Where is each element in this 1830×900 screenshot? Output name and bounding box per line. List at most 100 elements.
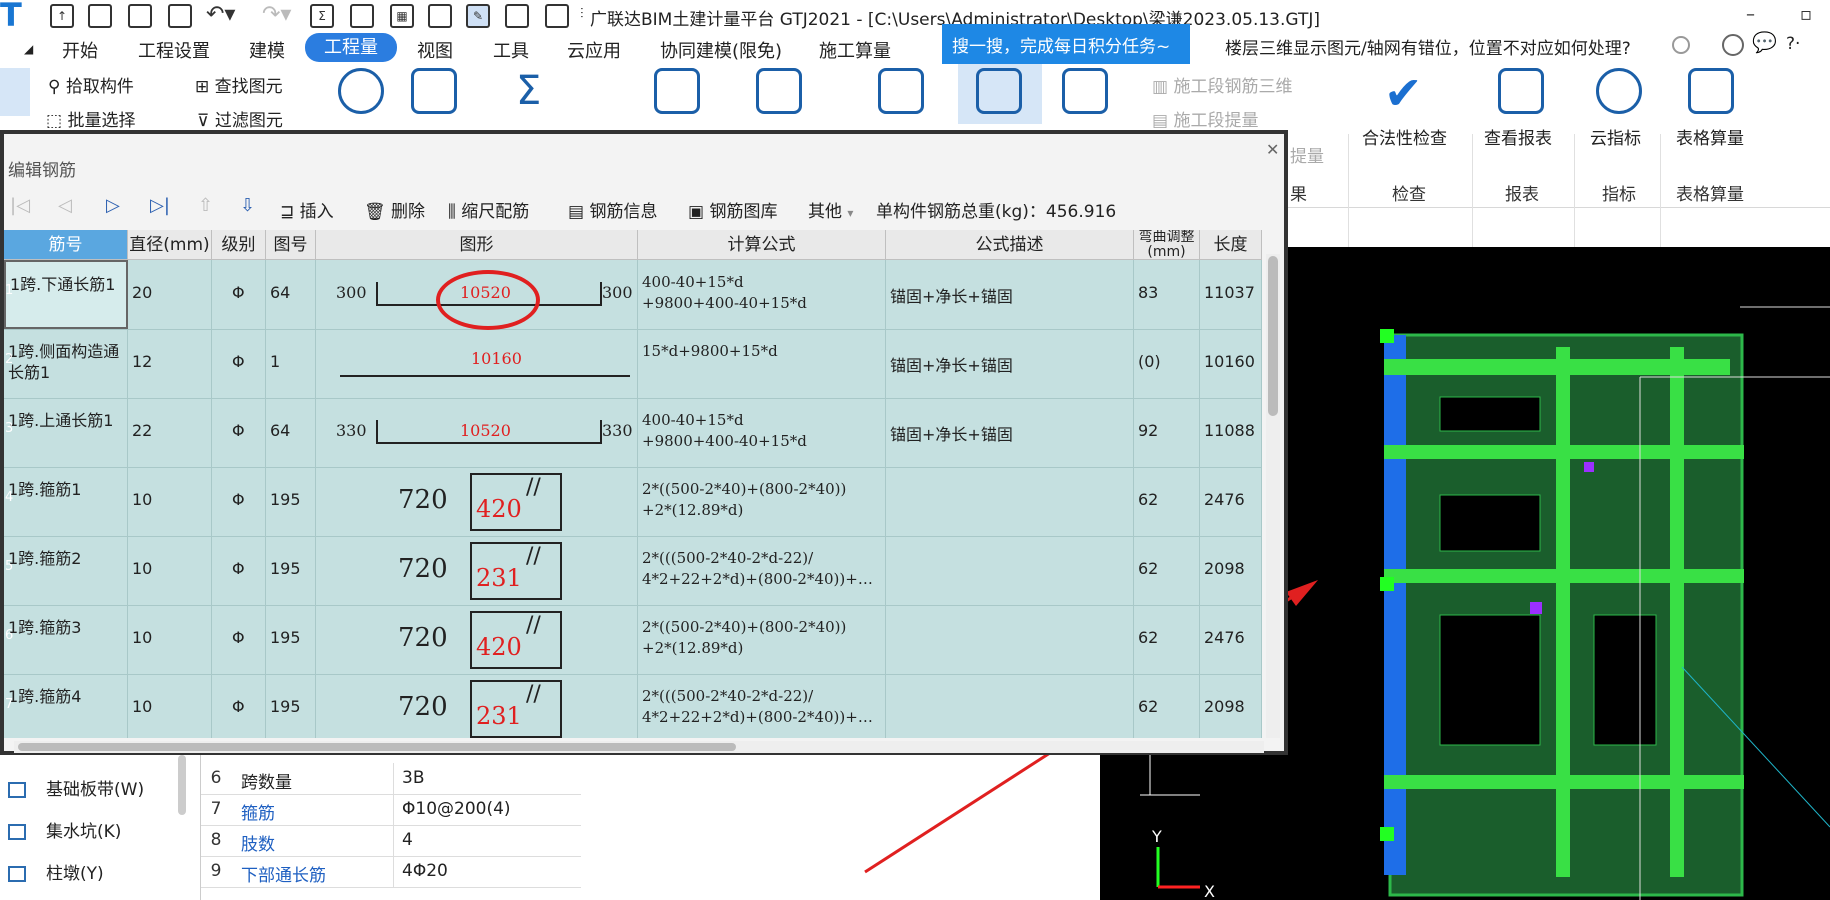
cell-formula[interactable]: 2*(((500-2*40-2*d-22)/ 4*2+22+2*d)+(800-2… [638,536,886,605]
cell-length[interactable]: 2476 [1200,467,1262,536]
col-header-shape[interactable]: 图形 [316,230,638,260]
cell-bend-adjust[interactable]: 62 [1134,467,1200,536]
cell-length[interactable]: 2098 [1200,674,1262,738]
cell-bend-adjust[interactable]: 62 [1134,605,1200,674]
cell-grade[interactable]: Φ [212,605,266,674]
cell-figure[interactable]: 64 [266,260,316,329]
property-name[interactable]: 肢数 [241,830,275,855]
grid-horizontal-scroll-thumb[interactable] [18,743,736,751]
cell-shape[interactable]: 720 231// [316,536,638,605]
cell-name[interactable]: 1跨.箍筋3 [4,605,128,674]
first-icon[interactable]: |◁ [10,195,30,216]
rebar-library-button[interactable]: ▣ 钢筋图库 [688,197,777,222]
cell-diameter[interactable]: 20 [128,260,212,329]
cell-description[interactable]: 锚固+净长+锚固 [886,329,1134,398]
cell-grade[interactable]: Φ [212,260,266,329]
cell-formula[interactable]: 400-40+15*d +9800+400-40+15*d [638,260,886,329]
last-icon[interactable]: ▷| [150,195,170,216]
cell-diameter[interactable]: 12 [128,329,212,398]
cell-figure[interactable]: 64 [266,398,316,467]
cell-grade[interactable]: Φ [212,467,266,536]
other-dropdown[interactable]: 其他 ▾ [808,197,853,222]
cell-length[interactable]: 10160 [1200,329,1262,398]
cell-length[interactable]: 11037 [1200,260,1262,329]
cell-bend-adjust[interactable]: 83 [1134,260,1200,329]
cell-name[interactable]: 1跨.侧面构造通长筋1 [4,329,128,398]
property-row[interactable]: 8 肢数 4 [201,825,581,857]
cell-grade[interactable]: Φ [212,536,266,605]
cell-grade[interactable]: Φ [212,329,266,398]
delete-button[interactable]: 🗑 删除 [364,197,425,222]
property-name[interactable]: 下部通长筋 [241,861,326,886]
grid-vertical-scroll-thumb[interactable] [1268,256,1278,416]
tree-item-foundation-strip[interactable]: 基础板带(W) [8,775,144,800]
cell-bend-adjust[interactable]: (0) [1134,329,1200,398]
table-row[interactable]: 1跨.箍筋3 10 Φ 195 720 420// 2*((500-2*40)+(800-2… [4,605,1262,675]
col-header-formula[interactable]: 计算公式 [638,230,886,260]
property-row[interactable]: 9 下部通长筋 4Φ20 [201,856,581,888]
move-down-icon[interactable]: ⇩ [240,195,255,216]
cell-length[interactable]: 11088 [1200,398,1262,467]
cell-description[interactable]: 锚固+净长+锚固 [886,398,1134,467]
table-row[interactable]: 1跨.上通长筋1 22 Φ 64 330 10520 330 400-40+15*d +9800… [4,398,1262,468]
cell-diameter[interactable]: 10 [128,605,212,674]
table-row[interactable]: 1跨.侧面构造通长筋1 12 Φ 1 10160 15*d+9800+15*d 锚固+净长+… [4,329,1262,399]
table-row[interactable]: 1跨.箍筋4 10 Φ 195 720 231// 2*(((500-2*40-2*d-22… [4,674,1262,738]
close-icon[interactable]: ✕ [1266,140,1279,159]
cell-shape[interactable]: 720 420// [316,467,638,536]
cell-shape[interactable]: 720 420// [316,605,638,674]
cell-grade[interactable]: Φ [212,398,266,467]
property-value[interactable]: 4Φ20 [393,856,448,887]
cell-formula[interactable]: 2*((500-2*40)+(800-2*40)) +2*(12.89*d) [638,467,886,536]
cell-description[interactable] [886,605,1134,674]
cell-figure[interactable]: 195 [266,605,316,674]
cell-bend-adjust[interactable]: 92 [1134,398,1200,467]
rebar-info-button[interactable]: ▤ 钢筋信息 [568,197,657,222]
insert-button[interactable]: ⊒ 插入 [280,197,334,222]
cell-name[interactable]: 1跨.下通长筋1 [4,260,128,329]
property-value[interactable]: 4 [393,825,413,856]
col-header-bend-adjust[interactable]: 弯曲调整(mm) [1134,230,1200,260]
cell-length[interactable]: 2098 [1200,536,1262,605]
property-value[interactable]: 3B [393,763,424,794]
col-header-grade[interactable]: 级别 [212,230,266,260]
next-icon[interactable]: ▷ [106,195,120,216]
prev-icon[interactable]: ◁ [58,195,72,216]
property-value[interactable]: Φ10@200(4) [393,794,511,825]
cell-shape[interactable]: 10160 [316,329,638,398]
col-header-name[interactable]: 筋号 [4,230,128,260]
cell-description[interactable] [886,467,1134,536]
move-up-icon[interactable]: ⇧ [198,195,213,216]
table-row[interactable]: 1跨.箍筋2 10 Φ 195 720 231// 2*(((500-2*40-2*d-22… [4,536,1262,606]
table-row[interactable]: 1跨.下通长筋1 20 Φ 64 300 10520 300 400-40+15*d +9800… [4,260,1262,330]
col-header-description[interactable]: 公式描述 [886,230,1134,260]
cell-formula[interactable]: 15*d+9800+15*d [638,329,886,398]
tree-item-sump[interactable]: 集水坑(K) [8,817,121,842]
property-row[interactable]: 7 箍筋 Φ10@200(4) [201,794,581,826]
cell-name[interactable]: 1跨.上通长筋1 [4,398,128,467]
rebar-grid[interactable]: 筋号 直径(mm) 级别 图号 图形 计算公式 公式描述 弯曲调整(mm) 长度 1跨.下通长筋1… [4,230,1262,738]
cell-figure[interactable]: 195 [266,674,316,738]
tree-scrollbar[interactable] [178,755,186,815]
cell-diameter[interactable]: 22 [128,398,212,467]
cell-description[interactable] [886,536,1134,605]
col-header-figure[interactable]: 图号 [266,230,316,260]
table-row[interactable]: 1跨.箍筋1 10 Φ 195 720 420// 2*((500-2*40)+(800-2… [4,467,1262,537]
cell-figure[interactable]: 195 [266,467,316,536]
cell-shape[interactable]: 330 10520 330 [316,398,638,467]
cell-name[interactable]: 1跨.箍筋1 [4,467,128,536]
property-name[interactable]: 箍筋 [241,799,275,824]
cell-name[interactable]: 1跨.箍筋4 [4,674,128,738]
cell-bend-adjust[interactable]: 62 [1134,674,1200,738]
cell-length[interactable]: 2476 [1200,605,1262,674]
cell-bend-adjust[interactable]: 62 [1134,536,1200,605]
cell-grade[interactable]: Φ [212,674,266,738]
scale-rebar-button[interactable]: ⫼ 缩尺配筋 [448,197,529,222]
cell-description[interactable] [886,674,1134,738]
col-header-diameter[interactable]: 直径(mm) [128,230,212,260]
cell-diameter[interactable]: 10 [128,467,212,536]
tree-item-pier[interactable]: 柱墩(Y) [8,859,104,884]
cell-figure[interactable]: 1 [266,329,316,398]
cell-figure[interactable]: 195 [266,536,316,605]
property-row[interactable]: 6 跨数量 3B [201,763,581,795]
